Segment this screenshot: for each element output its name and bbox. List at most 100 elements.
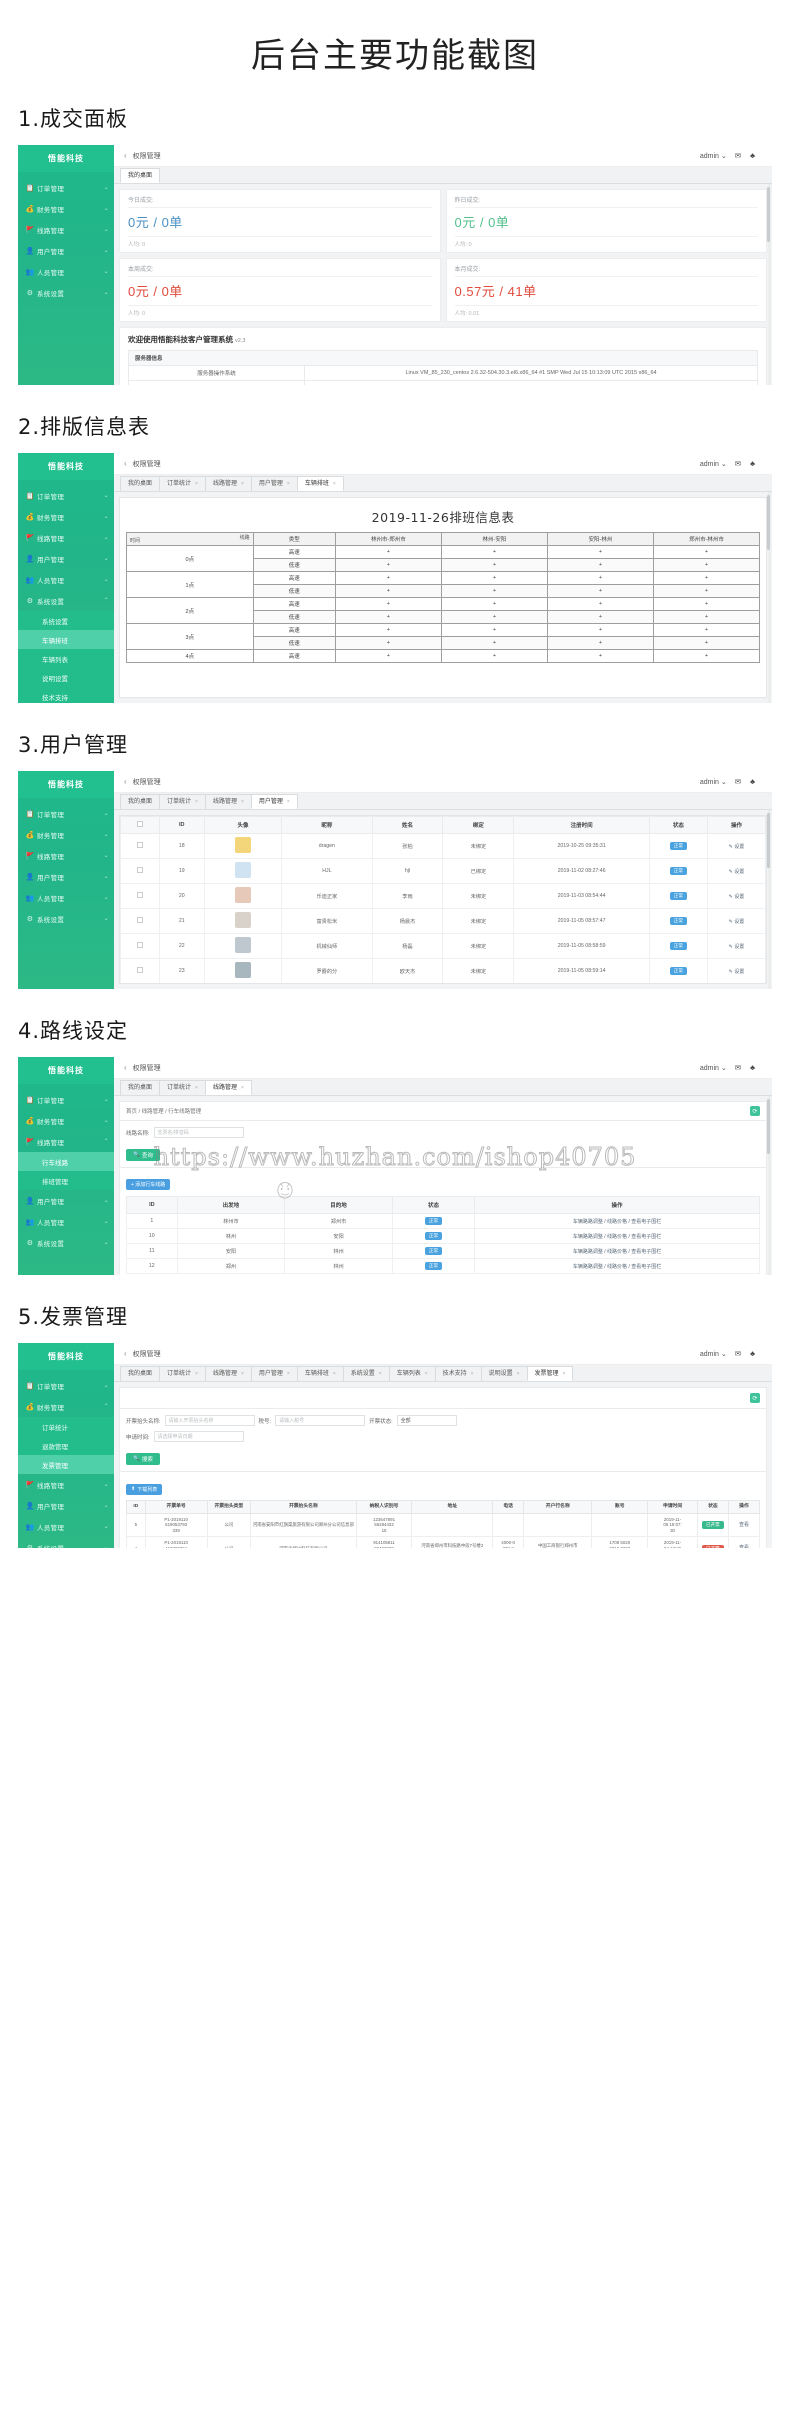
route-name-input[interactable]: 支票名/拼音码	[153, 1127, 244, 1138]
scrollbar-thumb[interactable]	[767, 1099, 770, 1154]
schedule-cell[interactable]: +	[440, 649, 548, 663]
cell-actions[interactable]: ✎ 设置	[706, 833, 766, 859]
schedule-cell[interactable]: +	[440, 558, 548, 572]
schedule-cell[interactable]: +	[652, 558, 761, 572]
chevron-left-icon[interactable]: ‹	[122, 151, 133, 160]
schedule-cell[interactable]: +	[652, 571, 761, 585]
refresh-icon[interactable]: ⟳	[750, 1106, 760, 1116]
row-checkbox[interactable]	[136, 917, 143, 923]
tab-invoice-management[interactable]: 发票管理 ×	[526, 1366, 574, 1381]
row-checkbox-cell[interactable]	[121, 984, 160, 985]
tab-user-management[interactable]: 用户管理 ×	[250, 794, 298, 809]
tab-user-management[interactable]: 用户管理 ×	[250, 476, 298, 491]
schedule-cell[interactable]: +	[334, 558, 442, 572]
sidebar-item-routes[interactable]: 🚩 线路管理 ⌄	[18, 527, 114, 548]
chevron-left-icon[interactable]: ‹	[122, 1063, 133, 1072]
sidebar-item-settings[interactable]: ⚙ 系统设置 ⌃	[18, 590, 114, 611]
tab-order-stats[interactable]: 订单统计 ×	[159, 1080, 206, 1095]
schedule-cell[interactable]: +	[440, 597, 548, 611]
sidebar-item-orders[interactable]: 📋 订单管理 ⌄	[18, 1089, 114, 1110]
tab-vehicle-schedule[interactable]: 车辆排班 ×	[296, 476, 344, 491]
tab-route-management[interactable]: 线路管理 ×	[204, 1366, 252, 1381]
tab-user-management[interactable]: 用户管理 ×	[250, 1366, 298, 1381]
schedule-cell[interactable]: +	[546, 571, 654, 585]
cell-actions[interactable]: ✎ 设置	[706, 883, 766, 909]
scrollbar-track[interactable]	[767, 184, 771, 385]
tab-system-settings[interactable]: 系统设置 ×	[342, 1366, 390, 1381]
user-menu[interactable]: admin ⌄	[700, 152, 727, 160]
schedule-cell[interactable]: +	[652, 584, 761, 598]
schedule-cell[interactable]: +	[652, 597, 761, 611]
refresh-icon[interactable]: ⟳	[750, 1393, 760, 1403]
schedule-cell[interactable]: +	[334, 623, 442, 637]
cell-actions[interactable]: 查看	[727, 1536, 761, 1548]
cell-actions[interactable]: ✎ 设置	[706, 958, 766, 983]
schedule-cell[interactable]: +	[334, 584, 442, 598]
schedule-cell[interactable]: +	[546, 610, 654, 624]
cell-actions[interactable]: 车辆路路调整 / 线路价格 / 查看电子围栏	[474, 1258, 760, 1274]
sidebar-item-finance[interactable]: 💰 财务管理 ⌃	[18, 1396, 114, 1417]
submenu-item-tech-support[interactable]: 技术支持	[18, 687, 114, 703]
cell-actions[interactable]: ✎ 设置	[707, 984, 765, 985]
tab-my-desktop[interactable]: 我的桌面	[120, 794, 161, 809]
schedule-cell[interactable]: +	[440, 623, 548, 637]
schedule-cell[interactable]: +	[334, 571, 442, 585]
tax-number-input[interactable]: 请输入税号	[275, 1415, 366, 1426]
chevron-left-icon[interactable]: ‹	[122, 777, 133, 786]
invoice-title-input[interactable]: 请输入开票抬头名称	[164, 1415, 255, 1426]
tab-route-management[interactable]: 线路管理 ×	[204, 476, 252, 491]
cell-actions[interactable]: 车辆路路调整 / 线路价格 / 查看电子围栏	[474, 1213, 760, 1229]
scrollbar-thumb[interactable]	[767, 813, 770, 868]
schedule-cell[interactable]: +	[546, 584, 654, 598]
tab-description-settings[interactable]: 说明设置 ×	[480, 1366, 528, 1381]
row-checkbox-cell[interactable]	[120, 858, 160, 884]
tab-tech-support[interactable]: 技术支持 ×	[434, 1366, 482, 1381]
sidebar-item-finance[interactable]: 💰 财务管理 ⌄	[18, 1110, 114, 1131]
tab-vehicle-list[interactable]: 车辆列表 ×	[388, 1366, 436, 1381]
schedule-cell[interactable]: +	[546, 597, 654, 611]
route-action-links[interactable]: 车辆路路调整 / 线路价格 / 查看电子围栏	[573, 1249, 661, 1255]
user-menu[interactable]: admin ⌄	[700, 1064, 727, 1072]
settings-link[interactable]: ✎ 设置	[729, 894, 745, 900]
tab-route-management[interactable]: 线路管理 ×	[204, 1080, 252, 1095]
sidebar-item-users[interactable]: 👤 用户管理 ⌄	[18, 548, 114, 569]
tab-my-desktop[interactable]: 我的桌面	[120, 1366, 161, 1381]
sidebar-item-orders[interactable]: 📋 订单管理 ⌄	[18, 803, 114, 824]
user-menu[interactable]: admin ⌄	[700, 460, 727, 468]
tab-my-desktop[interactable]: 我的桌面	[120, 476, 161, 491]
schedule-cell[interactable]: +	[334, 610, 442, 624]
cell-actions[interactable]: ✎ 设置	[706, 858, 766, 884]
schedule-cell[interactable]: +	[652, 649, 761, 663]
settings-link[interactable]: ✎ 设置	[729, 869, 745, 875]
row-checkbox-cell[interactable]	[120, 833, 160, 859]
mail-icon[interactable]: ✉	[735, 1063, 741, 1072]
settings-link[interactable]: ✎ 设置	[729, 969, 745, 975]
sidebar-item-routes[interactable]: 🚩 线路管理 ⌄	[18, 1474, 114, 1495]
settings-link[interactable]: ✎ 设置	[729, 919, 745, 925]
row-checkbox-cell[interactable]	[120, 933, 160, 959]
row-checkbox-cell[interactable]	[120, 908, 160, 934]
row-checkbox-cell[interactable]	[120, 958, 160, 983]
shirt-icon[interactable]: ♣	[750, 777, 755, 786]
sidebar-item-staff[interactable]: 👥 人员管理 ⌄	[18, 569, 114, 590]
shirt-icon[interactable]: ♣	[750, 459, 755, 468]
tab-my-desktop[interactable]: 我的桌面	[120, 168, 161, 183]
scrollbar-track[interactable]	[767, 810, 771, 989]
submenu-item-schedule-management[interactable]: 排班管理	[18, 1171, 114, 1190]
sidebar-item-routes[interactable]: 🚩 线路管理 ⌄	[18, 845, 114, 866]
sidebar-item-finance[interactable]: 💰 财务管理 ⌄	[18, 506, 114, 527]
schedule-cell[interactable]: +	[334, 545, 442, 559]
shirt-icon[interactable]: ♣	[750, 1063, 755, 1072]
sidebar-item-staff[interactable]: 👥 人员管理 ⌄	[18, 887, 114, 908]
sidebar-item-orders[interactable]: 📋 订单管理 ⌄	[18, 485, 114, 506]
schedule-cell[interactable]: +	[546, 545, 654, 559]
chevron-left-icon[interactable]: ‹	[122, 459, 133, 468]
schedule-cell[interactable]: +	[440, 571, 548, 585]
submenu-item-refund-management[interactable]: 退款管理	[18, 1436, 114, 1455]
tab-my-desktop[interactable]: 我的桌面	[120, 1080, 161, 1095]
select-all-checkbox[interactable]	[136, 821, 143, 827]
row-checkbox[interactable]	[136, 967, 143, 973]
sidebar-item-staff[interactable]: 👥 人员管理 ⌄	[18, 1211, 114, 1232]
route-action-links[interactable]: 车辆路路调整 / 线路价格 / 查看电子围栏	[573, 1264, 661, 1270]
cell-actions[interactable]: 查看	[727, 1512, 761, 1538]
